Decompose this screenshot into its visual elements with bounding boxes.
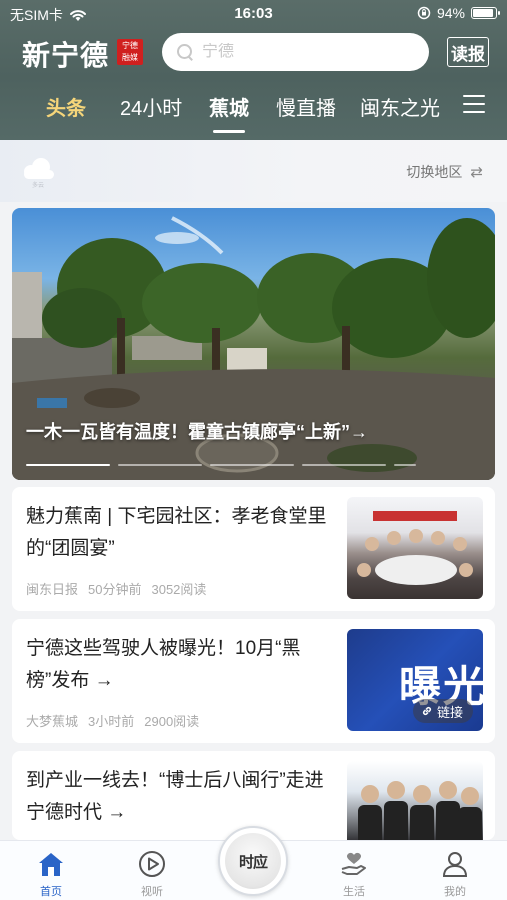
news-reads: 3052阅读 (151, 582, 207, 597)
news-meta: 大梦蕉城 3小时前 2900阅读 (26, 711, 199, 730)
weather-bar: 多云 切换地区 ⇄ (0, 140, 507, 202)
menu-icon[interactable] (463, 95, 485, 115)
battery-icon (471, 7, 500, 19)
news-title: 宁德这些驾驶人被曝光！10月“黑榜”发布 → (26, 638, 301, 691)
nav-life[interactable]: 生活 (314, 841, 394, 900)
hero-banner[interactable]: 一木一瓦皆有温度！霍童古镇廊亭“上新”→ (12, 208, 495, 480)
carousel-dot[interactable] (118, 464, 202, 466)
swap-icon: ⇄ (470, 164, 483, 181)
home-icon (39, 853, 63, 876)
news-time: 3小时前 (88, 714, 135, 729)
orientation-lock-icon (417, 6, 431, 20)
user-icon (442, 852, 468, 877)
heart-hand-icon (341, 852, 366, 875)
nav-me[interactable]: 我的 (415, 841, 495, 900)
news-meta: 闽东日报 50分钟前 3052阅读 (26, 579, 206, 598)
news-thumbnail: 曝光 链接 (347, 629, 483, 731)
news-thumbnail (347, 761, 483, 840)
news-source: 大梦蕉城 (26, 714, 79, 729)
link-badge-label: 链接 (436, 704, 463, 720)
nav-label: 视听 (141, 886, 163, 898)
center-feature-button[interactable]: 时应 (218, 826, 288, 896)
nav-label: 我的 (444, 886, 466, 898)
carousel-indicator (26, 464, 416, 466)
nav-label: 生活 (343, 886, 365, 898)
search-icon (176, 43, 194, 61)
read-paper-button[interactable]: 读报 (447, 37, 489, 67)
carousel-dot[interactable] (210, 464, 294, 466)
tab-24h[interactable]: 24小时 (120, 92, 182, 121)
app-logo[interactable]: 新宁德 (22, 34, 109, 74)
header: 无SIM卡 16:03 94% 新宁德 宁德融媒 读报 (0, 0, 507, 140)
link-badge: 链接 (412, 699, 473, 723)
news-source: 闽东日报 (26, 582, 79, 597)
weather-label: 多云 (32, 183, 45, 189)
carousel-dot[interactable] (394, 464, 416, 466)
search-bar[interactable] (162, 33, 429, 71)
hero-title: 一木一瓦皆有温度！霍童古镇廊亭“上新”→ (26, 422, 368, 442)
search-input[interactable] (202, 43, 402, 61)
tab-jiaocheng[interactable]: 蕉城 (209, 92, 249, 121)
cloud-icon (22, 158, 56, 180)
tab-mindong-light[interactable]: 闽东之光 (360, 92, 440, 121)
nav-av[interactable]: 视听 (112, 841, 192, 900)
battery-fill (473, 9, 493, 17)
news-thumbnail (347, 497, 483, 599)
logo-row: 新宁德 宁德融媒 读报 (0, 32, 507, 74)
status-right: 94% (417, 5, 500, 21)
carousel-dot[interactable] (302, 464, 386, 466)
switch-region-label: 切换地区 (406, 164, 463, 180)
active-tab-indicator (213, 130, 245, 133)
channel-tabs: 头条 24小时 蕉城 慢直播 闽东之光 (0, 92, 507, 133)
tab-headlines[interactable]: 头条 (46, 92, 86, 121)
nav-home[interactable]: 首页 (11, 841, 91, 900)
news-reads: 2900阅读 (144, 714, 200, 729)
carousel-dot[interactable] (26, 464, 110, 466)
switch-region-button[interactable]: 切换地区 ⇄ (406, 162, 483, 182)
tab-slow-live[interactable]: 慢直播 (276, 92, 336, 121)
news-time: 50分钟前 (88, 582, 142, 597)
play-icon (139, 851, 165, 877)
news-title: 魅力蕉南 | 下宅园社区：孝老食堂里的“团圆宴” (26, 506, 327, 559)
battery-percent: 94% (436, 5, 465, 21)
news-card[interactable]: 宁德这些驾驶人被曝光！10月“黑榜”发布 → 大梦蕉城 3小时前 2900阅读 … (12, 619, 495, 743)
news-card[interactable]: 魅力蕉南 | 下宅园社区：孝老食堂里的“团圆宴” 闽东日报 50分钟前 3052… (12, 487, 495, 611)
logo-seal: 宁德 融媒 (117, 39, 143, 65)
news-title: 到产业一线去！“博士后八闽行”走进宁德时代 → (26, 770, 324, 823)
center-feature-label: 时应 (225, 833, 281, 889)
nav-label: 首页 (40, 886, 62, 898)
link-icon (422, 706, 432, 716)
status-bar: 无SIM卡 16:03 94% (0, 0, 507, 28)
